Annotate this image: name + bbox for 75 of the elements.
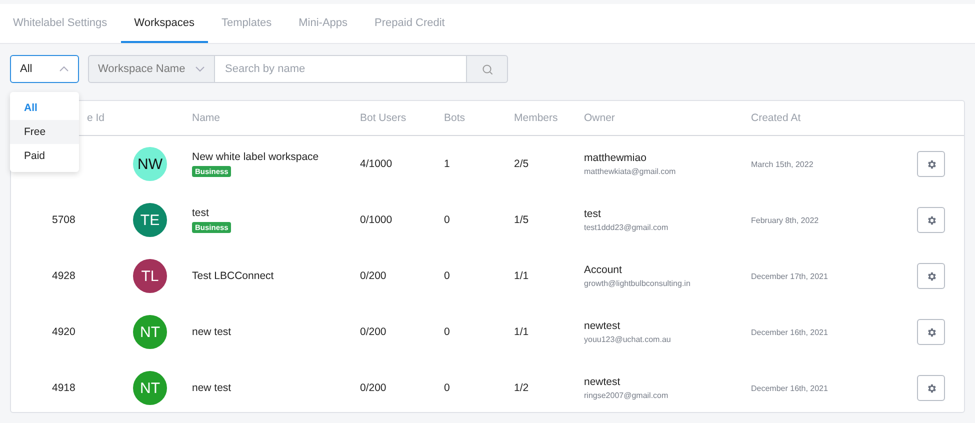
created-date: December 16th, 2021 xyxy=(751,328,829,336)
owner-email: matthewkiata@gmail.com xyxy=(584,167,677,176)
search-field[interactable]: Search by name xyxy=(215,55,467,83)
column-header: Name xyxy=(192,112,222,124)
owner-email: youu123@uchat.com.au xyxy=(584,335,672,344)
id-cell: 4928 xyxy=(52,270,76,282)
id-cell: 4920 xyxy=(52,326,76,338)
avatar: TE xyxy=(133,203,167,237)
tab[interactable]: Prepaid Credit xyxy=(362,4,458,43)
bots-cell-text: 1 xyxy=(444,158,451,170)
id-cell: 4918 xyxy=(52,382,76,394)
settings-icon xyxy=(926,270,936,282)
column-header: e Id xyxy=(86,112,106,124)
settings-button[interactable] xyxy=(917,319,945,345)
owner-email: test1ddd23@gmail.com xyxy=(584,223,670,232)
created-date: February 8th, 2022 xyxy=(751,216,820,224)
bot-users-cell-text: 4/1000 xyxy=(360,158,394,170)
members-cell-text: 1/1 xyxy=(514,326,530,338)
caret-icon xyxy=(195,66,205,72)
menu-item[interactable]: All xyxy=(10,96,79,120)
settings-icon xyxy=(926,382,936,394)
avatar: NT xyxy=(133,371,167,405)
owner-name: matthewmiao xyxy=(584,152,648,164)
bots-cell-text: 0 xyxy=(444,270,451,282)
workspace-name: new test xyxy=(192,382,232,394)
tab[interactable]: Workspaces xyxy=(121,4,208,43)
bot-users-cell-text: 0/200 xyxy=(360,270,388,282)
column-header: Bots xyxy=(444,112,466,124)
settings-icon xyxy=(926,214,936,226)
created-date: December 16th, 2021 xyxy=(751,384,829,392)
owner-name: newtest xyxy=(584,320,622,332)
field-select[interactable]: Workspace Name xyxy=(88,55,215,83)
owner-name: newtest xyxy=(584,376,622,388)
id-cell: 5708 xyxy=(52,214,76,226)
settings-button[interactable] xyxy=(917,263,945,289)
workspace-name: test xyxy=(192,207,209,219)
workspace-name: New white label workspace xyxy=(192,151,319,163)
settings-icon xyxy=(926,158,936,170)
created-date: March 15th, 2022 xyxy=(751,160,814,168)
bots-cell-text: 0 xyxy=(444,326,451,338)
bots-cell-text: 0 xyxy=(444,214,451,226)
bot-users-cell-text: 0/200 xyxy=(360,382,388,394)
workspace-name: Test LBCConnect xyxy=(192,270,274,282)
menu-item[interactable]: Free xyxy=(10,120,79,144)
members-cell-text: 2/5 xyxy=(514,158,530,170)
owner-email: ringse2007@gmail.com xyxy=(584,391,670,400)
settings-button[interactable] xyxy=(917,375,945,401)
menu-item[interactable]: Paid xyxy=(10,144,79,168)
owner-email: growth@lightbulbconsulting.in xyxy=(584,279,692,288)
avatar: NT xyxy=(133,315,167,349)
bots-cell-text: 0 xyxy=(444,382,451,394)
search-icon xyxy=(482,64,492,74)
settings-button[interactable] xyxy=(917,207,945,233)
created-date: December 17th, 2021 xyxy=(751,272,829,280)
workspace-name: new test xyxy=(192,326,232,338)
members-cell-text: 1/2 xyxy=(514,382,530,394)
avatar: NW xyxy=(133,147,167,181)
bot-users-cell-text: 0/1000 xyxy=(360,214,394,226)
caret-icon xyxy=(59,66,69,72)
members-cell-text: 1/5 xyxy=(514,214,530,226)
avatar: TL xyxy=(133,259,167,293)
column-header: Bot Users xyxy=(360,112,408,124)
settings-button[interactable] xyxy=(917,151,945,177)
bot-users-cell-text: 0/200 xyxy=(360,326,388,338)
members-cell-text: 1/1 xyxy=(514,270,530,282)
settings-icon xyxy=(926,326,936,338)
column-header: Members xyxy=(514,112,559,124)
owner-name: Account xyxy=(584,264,623,276)
tab[interactable]: Mini-Apps xyxy=(286,4,361,43)
owner-name: test xyxy=(584,208,602,220)
column-header: Created At xyxy=(751,112,802,124)
column-header: Owner xyxy=(584,112,616,124)
plan-select[interactable]: All xyxy=(10,55,79,83)
tab[interactable]: Templates xyxy=(208,4,285,43)
tab[interactable]: Whitelabel Settings xyxy=(0,4,120,43)
